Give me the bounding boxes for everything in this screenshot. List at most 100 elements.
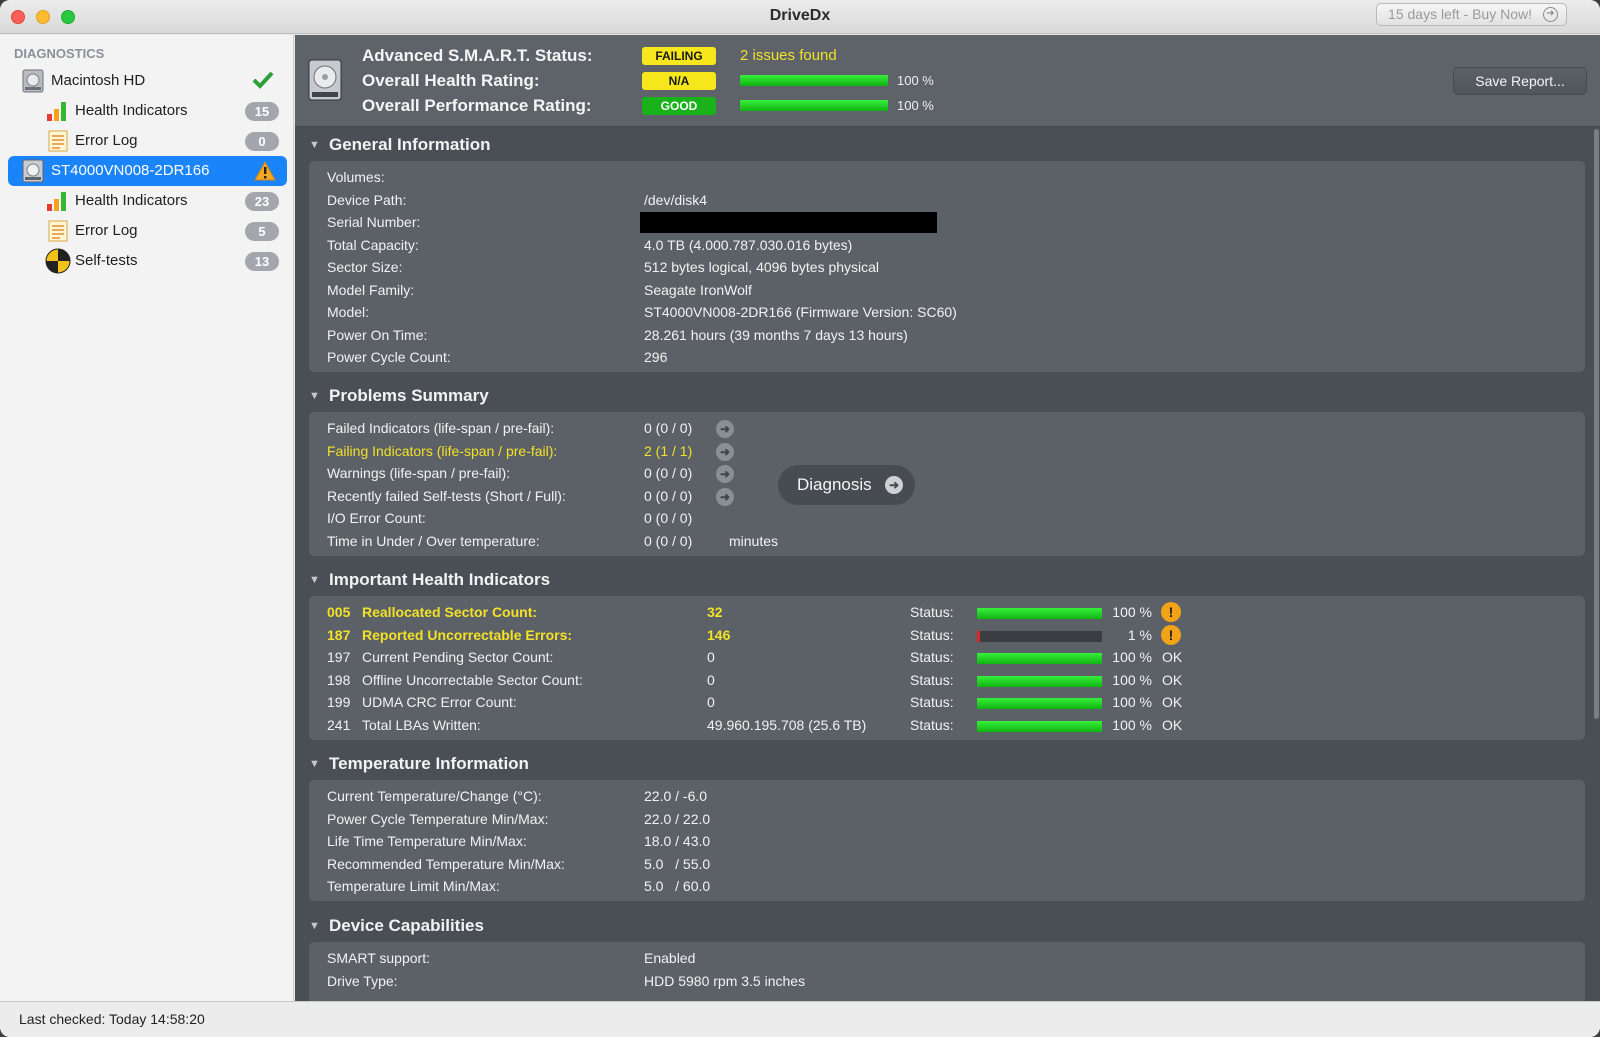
checkmark-icon [252,71,274,89]
section-title-capabilities[interactable]: Device Capabilities [329,916,484,936]
warning-triangle-icon [254,161,276,181]
info-label: Volumes: [327,169,385,185]
vertical-scrollbar[interactable] [1594,129,1599,719]
general-info-panel [309,161,1585,372]
count-badge: 13 [245,252,279,271]
problem-label: I/O Error Count: [327,510,426,526]
indicator-value: 0 [707,649,715,665]
status-ok-text: OK [1162,671,1183,688]
sidebar-item-error-log[interactable]: Error Log 0 [8,126,287,156]
last-checked-text: Last checked: Today 14:58:20 [19,1011,205,1027]
status-bar [977,720,1102,732]
status-bar-fill [977,630,980,642]
sidebar-item-label: Health Indicators [75,192,188,209]
count-badge: 23 [245,192,279,211]
sidebar-item-health-indicators[interactable]: Health Indicators 23 [8,186,287,216]
indicator-id: 241 [327,716,351,733]
capabilities-panel [309,942,1585,1001]
info-value: 296 [644,349,668,365]
arrow-right-circle-icon[interactable]: ➜ [716,420,734,438]
arrow-right-circle-icon[interactable]: ➜ [716,465,734,483]
problem-value: 0 (0 / 0) [644,420,693,436]
disk-icon [22,159,44,183]
status-bar: Last checked: Today 14:58:20 [0,1001,1600,1037]
indicator-name: Reported Uncorrectable Errors: [362,626,573,643]
status-label: Status: [910,604,954,620]
indicator-value: 0 [707,671,715,688]
sidebar-item-self-tests[interactable]: Self-tests 13 [8,246,287,276]
status-percent: 100 % [1112,671,1152,688]
status-percent: 100 % [1112,604,1152,620]
performance-rating-badge: GOOD [642,97,716,115]
collapse-triangle-icon[interactable]: ▼ [309,574,320,586]
app-window: DriveDx 15 days left - Buy Now! ➜ DIAGNO… [0,0,1600,1037]
buy-now-label: 15 days left - Buy Now! [1388,6,1532,22]
problem-value: 0 (0 / 0) [644,532,693,549]
arrow-right-circle-icon: ➜ [885,476,903,494]
indicator-id: 187 [327,626,351,643]
info-label: Power Cycle Count: [327,349,451,365]
temperature-label: Recommended Temperature Min/Max: [327,855,565,872]
indicator-name: Offline Uncorrectable Sector Count: [362,671,583,688]
performance-rating-fill [740,100,888,111]
temperature-label: Power Cycle Temperature Min/Max: [327,810,549,827]
serial-number-redacted [640,212,937,233]
info-value: Seagate IronWolf [644,281,752,298]
temperature-value: 5.0 / 60.0 [644,878,711,894]
info-label: Model Family: [327,281,415,298]
arrow-right-circle-icon[interactable]: ➜ [716,442,734,461]
temperature-value: 18.0 / 43.0 [644,833,711,849]
section-title-general[interactable]: General Information [329,135,491,155]
status-bar-fill [977,698,1102,709]
problem-label: Failing Indicators (life-span / pre-fail… [327,442,558,459]
section-title-problems[interactable]: Problems Summary [329,386,489,406]
diagnosis-button[interactable]: Diagnosis ➜ [778,465,915,505]
sidebar-item-error-log[interactable]: Error Log 5 [8,216,287,246]
collapse-triangle-icon[interactable]: ▼ [309,390,320,402]
issues-found-link[interactable]: 2 issues found [740,47,837,64]
problem-value: 0 (0 / 0) [644,487,693,504]
buy-now-button[interactable]: 15 days left - Buy Now! ➜ [1376,3,1567,26]
section-title-temperature[interactable]: Temperature Information [329,754,529,774]
collapse-triangle-icon[interactable]: ▼ [309,758,320,770]
health-rating-badge: N/A [642,72,716,90]
status-bar [977,653,1102,664]
sidebar-item-label: ST4000VN008-2DR166 [51,162,210,179]
status-label: Status: [910,649,954,665]
sidebar-item-label: Error Log [75,132,138,149]
save-report-button[interactable]: Save Report... [1453,67,1587,95]
status-bar-fill [977,653,1102,664]
collapse-triangle-icon[interactable]: ▼ [309,139,320,151]
sidebar-item-label: Macintosh HD [51,72,146,89]
sidebar-item-macintosh-hd[interactable]: Macintosh HD [8,66,287,96]
problem-label: Warnings (life-span / pre-fail): [327,465,511,481]
status-ok-text: OK [1162,649,1183,665]
sidebar-item-health-indicators[interactable]: Health Indicators 15 [8,96,287,126]
performance-rating-label: Overall Performance Rating: [362,96,592,115]
disk-icon [308,59,342,101]
indicator-value: 49.960.195.708 (25.6 TB) [707,716,867,733]
arrow-right-circle-icon[interactable]: ➜ [716,487,734,506]
info-value: 4.0 TB (4.000.787.030.016 bytes) [644,236,853,253]
sidebar-item-st4000vn008[interactable]: ST4000VN008-2DR166 [8,156,287,186]
problem-value: 0 (0 / 0) [644,510,693,526]
status-bar [977,675,1102,687]
self-test-icon [45,248,71,274]
capability-value: Enabled [644,950,696,966]
count-badge: 15 [245,102,279,121]
status-bar [977,608,1102,619]
temperature-label: Life Time Temperature Min/Max: [327,833,527,849]
section-title-indicators[interactable]: Important Health Indicators [329,570,550,590]
problem-unit: minutes [729,532,779,549]
collapse-triangle-icon[interactable]: ▼ [309,920,320,932]
status-label: Status: [910,671,954,688]
status-bar [977,698,1102,709]
disk-icon [22,69,44,93]
status-label: Status: [910,694,954,710]
problem-label: Recently failed Self-tests (Short / Full… [327,487,566,504]
sidebar-item-label: Health Indicators [75,102,188,119]
log-icon [48,130,68,152]
performance-rating-bar [740,100,888,111]
temperature-value: 22.0 / -6.0 [644,788,708,804]
status-bar [977,630,1102,642]
